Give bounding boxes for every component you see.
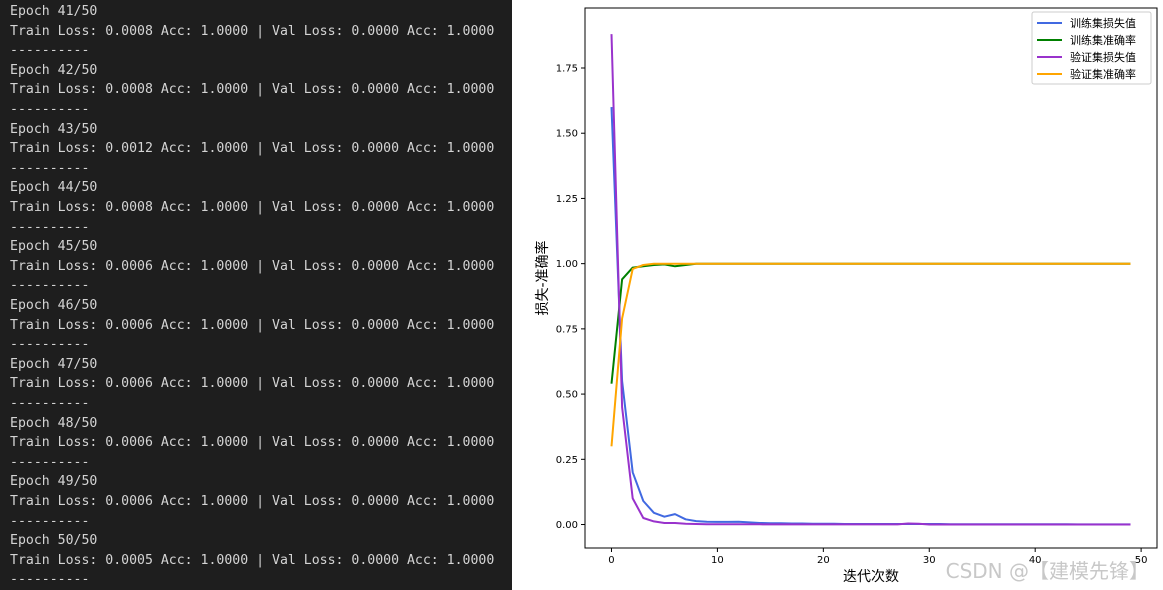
console-line: Epoch 43/50	[10, 121, 98, 137]
training-curves-chart: 0 10 20 30 40 50 0.000.250.500.751.001.251.50…	[534, 7, 1158, 585]
x-tick-label: 10	[711, 555, 724, 566]
console-line: Train Loss: 0.0006 Acc: 1.0000 | Val Los…	[10, 376, 495, 392]
x-tick-label: 0	[608, 555, 614, 566]
training-log-console: Epoch 41/50 Train Loss: 0.0008 Acc: 1.000…	[0, 0, 512, 590]
console-line: Epoch 47/50	[10, 356, 98, 372]
console-line: Epoch 44/50	[10, 180, 98, 196]
y-tick-label: 0.50	[556, 390, 578, 401]
console-line: Epoch 46/50	[10, 298, 98, 313]
legend-label: 验证集损失值	[1070, 50, 1136, 64]
console-line: ----------	[10, 160, 90, 176]
console-line: Train Loss: 0.0006 Acc: 1.0000 | Val Los…	[10, 494, 495, 509]
y-tick-label: 1.00	[556, 259, 578, 270]
legend-label: 验证集准确率	[1070, 67, 1136, 81]
console-line: ----------	[10, 219, 90, 235]
x-axis-label: 迭代次数	[843, 569, 899, 585]
x-tick-label: 20	[817, 555, 830, 566]
console-line: ----------	[10, 454, 90, 470]
series-line-1	[610, 262, 1131, 384]
series-line-0	[610, 107, 1131, 526]
console-line: ----------	[10, 43, 90, 59]
console-line: Epoch 48/50	[10, 415, 98, 431]
console-line: ----------	[10, 572, 90, 588]
console-line: ----------	[10, 278, 90, 294]
console-line: Epoch 49/50	[10, 474, 98, 490]
chart-legend: 训练集损失值训练集准确率验证集损失值验证集准确率	[1031, 11, 1152, 85]
legend-label: 训练集准确率	[1070, 33, 1136, 47]
console-line: Epoch 45/50	[10, 239, 98, 255]
x-tick-label: 30	[923, 555, 936, 566]
console-line: Train Loss: 0.0012 Acc: 1.0000 | Val Los…	[10, 141, 495, 157]
console-line: Epoch 42/50	[10, 62, 98, 78]
console-line: ----------	[10, 396, 90, 411]
console-line: Train Loss: 0.0006 Acc: 1.0000 | Val Los…	[10, 435, 495, 451]
y-tick-label: 0.25	[556, 455, 578, 466]
console-line: Epoch 41/50	[10, 4, 98, 19]
console-line: Epoch 50/50	[10, 533, 98, 549]
console-line: ----------	[10, 337, 90, 353]
plot-area-frame	[584, 7, 1158, 549]
y-tick-label: 1.50	[556, 129, 578, 140]
console-line: Train Loss: 0.0008 Acc: 1.0000 | Val Los…	[10, 23, 495, 39]
series-line-3	[610, 262, 1131, 447]
y-tick-label: 1.25	[556, 194, 578, 205]
console-line: ----------	[10, 102, 90, 117]
y-axis-label: 损失-准确率	[534, 240, 551, 315]
legend-label: 训练集损失值	[1070, 16, 1136, 30]
series-line-2	[610, 34, 1131, 526]
console-line: Train Loss: 0.0005 Acc: 1.0000 | Val Los…	[10, 552, 495, 568]
console-line: Train Loss: 0.0008 Acc: 1.0000 | Val Los…	[10, 82, 495, 98]
y-tick-label: 0.00	[556, 520, 578, 531]
console-line: Train Loss: 0.0006 Acc: 1.0000 | Val Los…	[10, 317, 495, 333]
y-tick-label: 0.75	[556, 324, 578, 335]
y-tick-label: 1.75	[556, 64, 578, 75]
csdn-watermark: CSDN @【建模先锋】	[945, 559, 1149, 583]
console-line: ----------	[10, 513, 90, 529]
console-line: Train Loss: 0.0008 Acc: 1.0000 | Val Los…	[10, 200, 495, 215]
console-line: Train Loss: 0.0006 Acc: 1.0000 | Val Los…	[10, 258, 495, 274]
